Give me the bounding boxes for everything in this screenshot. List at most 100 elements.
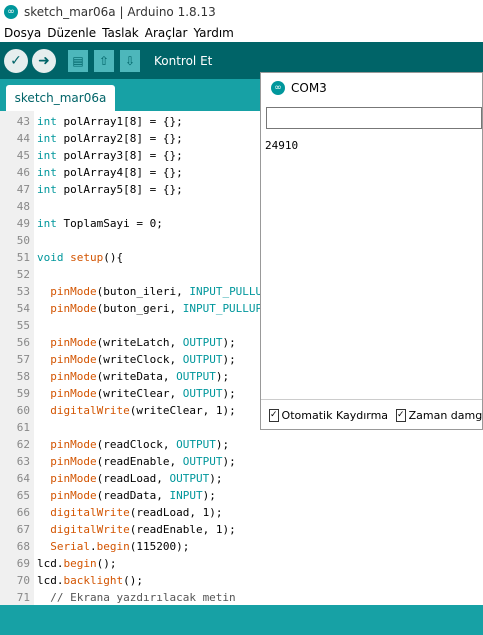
code-line: 65 pinMode(readData, INPUT); — [0, 487, 483, 504]
autoscroll-label: Otomatik Kaydırma — [281, 408, 389, 422]
code-text: int ToplamSayi = 0; — [37, 215, 163, 232]
menu-item-file[interactable]: Dosya — [4, 26, 41, 40]
code-text: pinMode(readClock, OUTPUT); — [37, 436, 229, 453]
code-token: digitalWrite — [50, 523, 130, 536]
menu-item-help[interactable]: Yardım — [193, 26, 233, 40]
code-token: INPUT_PULLUP — [182, 302, 263, 315]
line-number: 63 — [16, 455, 30, 468]
code-text: pinMode(readData, INPUT); — [37, 487, 216, 504]
line-number: 64 — [16, 472, 30, 485]
check-icon: ✓ — [397, 409, 405, 420]
code-token: polArray5[8] = {}; — [56, 183, 183, 196]
serial-footer: ✓ Otomatik Kaydırma ✓ Zaman damgasını — [261, 399, 482, 430]
code-token: polArray1[8] = {}; — [56, 115, 183, 128]
line-number: 66 — [16, 506, 30, 519]
code-line: 62 pinMode(readClock, OUTPUT); — [0, 436, 483, 453]
code-token: . — [90, 540, 97, 553]
code-token: (readLoad, — [96, 472, 170, 485]
line-number: 56 — [16, 336, 30, 349]
serial-monitor-titlebar: ∞ COM3 — [261, 73, 482, 103]
code-text: digitalWrite(readLoad, 1); — [37, 504, 222, 521]
code-line: 71 // Ekrana yazdırılacak metin — [0, 589, 483, 605]
code-token: (writeClear, 1); — [129, 404, 236, 417]
line-number: 59 — [16, 387, 30, 400]
code-token: ); — [222, 336, 236, 349]
code-text: pinMode(writeData, OUTPUT); — [37, 368, 229, 385]
code-token: (readClock, — [96, 438, 177, 451]
code-token: // Ekrana yazdırılacak metin — [37, 591, 236, 604]
upload-button[interactable]: ➜ — [32, 48, 56, 73]
timestamp-checkbox[interactable]: ✓ — [396, 408, 406, 422]
arduino-logo-icon: ∞ — [4, 5, 18, 19]
code-token: (buton_geri, — [96, 302, 183, 315]
new-button[interactable]: ▤ — [68, 49, 88, 72]
code-token: (); — [123, 574, 143, 587]
verify-check-icon: ✓ — [10, 52, 22, 69]
code-token: ); — [202, 489, 216, 502]
line-number: 48 — [16, 200, 30, 213]
upload-arrow-icon: ➜ — [38, 52, 50, 69]
code-token: int — [37, 166, 57, 179]
serial-monitor-window: ∞ COM3 24910 ✓ Otomatik Kaydırma ✓ Zaman… — [260, 72, 483, 430]
code-token: (); — [96, 557, 117, 570]
code-token: backlight — [63, 574, 124, 587]
code-token: polArray2[8] = {}; — [56, 132, 183, 145]
save-button[interactable]: ⇩ — [120, 49, 140, 72]
menu-item-tools[interactable]: Araçlar — [145, 26, 188, 40]
code-text: pinMode(buton_ileri, INPUT_PULLUP); — [37, 283, 282, 300]
tab-sketch[interactable]: sketch_mar06a — [6, 85, 115, 111]
code-token: ToplamSayi = 0; — [56, 217, 163, 230]
save-file-icon: ⇩ — [124, 53, 136, 68]
open-button[interactable]: ⇧ — [94, 49, 114, 72]
line-number: 67 — [16, 523, 30, 536]
code-token: polArray3[8] = {}; — [56, 149, 183, 162]
code-token: OUTPUT — [169, 472, 210, 485]
code-text: pinMode(writeLatch, OUTPUT); — [37, 334, 236, 351]
code-token: ); — [222, 455, 236, 468]
code-token: (readLoad, 1); — [129, 506, 223, 519]
open-file-icon: ⇧ — [98, 53, 110, 68]
code-text: lcd.backlight(); — [37, 572, 143, 589]
menu-item-sketch[interactable]: Taslak — [102, 26, 139, 40]
code-text: pinMode(readLoad, OUTPUT); — [37, 470, 222, 487]
menu-item-edit[interactable]: Düzenle — [47, 26, 96, 40]
line-number: 44 — [16, 132, 30, 145]
code-token: int — [37, 183, 57, 196]
code-text: int polArray5[8] = {}; — [37, 181, 183, 198]
code-text: pinMode(readEnable, OUTPUT); — [37, 453, 236, 470]
code-token: OUTPUT — [176, 370, 216, 383]
code-token: (readData, — [96, 489, 170, 502]
code-text: digitalWrite(readEnable, 1); — [37, 521, 235, 538]
code-token: ); — [209, 472, 223, 485]
code-text: int polArray4[8] = {}; — [37, 164, 183, 181]
code-text: Serial.begin(115200); — [37, 538, 189, 555]
new-file-icon: ▤ — [72, 53, 84, 68]
line-number: 58 — [16, 370, 30, 383]
code-line: 68 Serial.begin(115200); — [0, 538, 483, 555]
toolbar-hover-label: Kontrol Et — [154, 53, 213, 68]
menu-bar: Dosya Düzenle Taslak Araçlar Yardım — [0, 24, 483, 42]
line-number: 52 — [16, 268, 30, 281]
serial-send-input[interactable] — [266, 107, 482, 129]
autoscroll-checkbox[interactable]: ✓ — [269, 408, 279, 422]
line-number: 71 — [16, 591, 30, 604]
line-number: 55 — [16, 319, 30, 332]
check-icon: ✓ — [270, 409, 278, 420]
timestamp-label: Zaman damgasını — [408, 408, 482, 422]
code-token: lcd. — [37, 574, 64, 587]
code-token: pinMode — [50, 455, 97, 468]
line-number: 45 — [16, 149, 30, 162]
line-number: 54 — [16, 302, 30, 315]
verify-button[interactable]: ✓ — [4, 48, 28, 73]
line-number: 62 — [16, 438, 30, 451]
code-token: ); — [222, 387, 236, 400]
code-token: int — [37, 115, 57, 128]
